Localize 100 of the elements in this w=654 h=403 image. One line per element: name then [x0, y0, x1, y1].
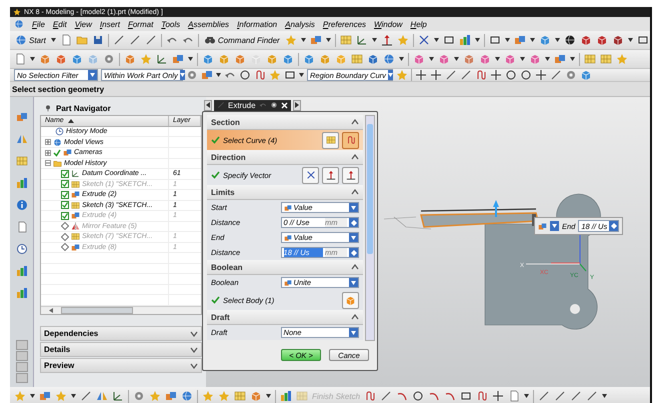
cube-icon[interactable]	[303, 53, 315, 65]
caret-icon[interactable]	[266, 394, 271, 398]
caret-icon[interactable]	[388, 73, 393, 77]
cube-icon[interactable]	[250, 390, 262, 402]
info-icon[interactable]	[16, 199, 28, 211]
caret-icon[interactable]	[504, 38, 510, 42]
checkbox[interactable]	[61, 201, 69, 210]
plus-icon[interactable]	[535, 69, 547, 81]
rectangle-icon[interactable]	[284, 69, 296, 81]
chevron-icon[interactable]	[190, 330, 198, 336]
globe-icon[interactable]	[564, 34, 576, 46]
cube-icon[interactable]	[504, 53, 516, 65]
line-icon[interactable]	[550, 69, 562, 81]
chevron-icon[interactable]	[351, 119, 359, 125]
curve-icon[interactable]	[475, 69, 487, 81]
star-icon[interactable]	[149, 390, 161, 402]
chevron-icon[interactable]	[351, 154, 359, 160]
rectangle-icon[interactable]	[636, 34, 649, 46]
cube-icon[interactable]	[124, 53, 136, 65]
crossed-arrows-icon[interactable]	[418, 34, 430, 46]
line-icon[interactable]	[380, 390, 392, 402]
cube-icon[interactable]	[580, 34, 592, 46]
cube-icon[interactable]	[596, 34, 608, 46]
caret-icon[interactable]	[351, 236, 356, 240]
caret-icon[interactable]	[188, 57, 193, 61]
section-header[interactable]: Boolean	[211, 262, 243, 272]
menu-item[interactable]: Information	[237, 20, 278, 28]
cube-icon[interactable]	[71, 53, 83, 65]
star-icon[interactable]	[284, 34, 297, 46]
cube-icon[interactable]	[438, 53, 450, 65]
circle-icon[interactable]	[412, 390, 424, 402]
line-icon[interactable]	[80, 390, 92, 402]
cube-icon[interactable]	[463, 53, 475, 65]
rectangle-icon[interactable]	[488, 34, 501, 46]
checkbox[interactable]	[61, 190, 69, 199]
stack-icon[interactable]	[165, 390, 177, 402]
cube-icon[interactable]	[282, 53, 294, 65]
caret-icon[interactable]	[326, 38, 331, 42]
stack-icon[interactable]	[39, 390, 51, 402]
cube-icon[interactable]	[479, 53, 491, 65]
caret-icon[interactable]	[545, 57, 550, 61]
line-icon[interactable]	[112, 34, 125, 46]
caret-icon[interactable]	[434, 38, 439, 42]
cube-icon[interactable]	[367, 53, 379, 65]
caret-icon[interactable]	[554, 38, 560, 42]
star-icon[interactable]	[202, 390, 214, 402]
star-icon[interactable]	[396, 34, 409, 46]
start-button[interactable]: Start	[14, 34, 47, 46]
caret-icon[interactable]	[602, 394, 608, 398]
cube-icon[interactable]	[529, 53, 541, 65]
line-icon[interactable]	[570, 390, 582, 402]
chevron-icon[interactable]	[190, 346, 198, 352]
checkbox[interactable]	[61, 222, 69, 230]
grid-icon[interactable]	[326, 135, 336, 145]
page-icon[interactable]	[14, 53, 26, 65]
caret-icon[interactable]	[552, 224, 557, 228]
star-icon[interactable]	[269, 69, 281, 81]
chevron-icon[interactable]	[351, 314, 359, 320]
stack-icon[interactable]	[554, 53, 566, 65]
section-header[interactable]: Limits	[211, 188, 235, 196]
vector-icon[interactable]	[346, 170, 356, 180]
axes-icon[interactable]	[356, 34, 368, 46]
cube-icon[interactable]	[202, 53, 214, 65]
menu-item[interactable]: Window	[374, 20, 402, 28]
circle-icon[interactable]	[505, 69, 517, 81]
arc-icon[interactable]	[428, 390, 440, 402]
bar-chart-icon[interactable]	[16, 287, 28, 299]
circle-icon[interactable]	[520, 69, 532, 81]
caret-icon[interactable]	[180, 73, 185, 77]
checkbox[interactable]	[61, 243, 69, 252]
line-icon[interactable]	[554, 390, 566, 402]
gear-icon[interactable]	[270, 101, 278, 109]
menu-item[interactable]: File	[32, 20, 45, 28]
spinner-icon[interactable]	[349, 218, 358, 227]
arc-icon[interactable]	[444, 390, 456, 402]
checkbox[interactable]	[61, 212, 69, 220]
curve-icon[interactable]	[254, 69, 266, 81]
star-icon[interactable]	[616, 53, 628, 65]
caret-icon[interactable]	[71, 394, 76, 398]
plus-icon[interactable]	[492, 390, 504, 402]
star-icon[interactable]	[140, 53, 152, 65]
star-icon[interactable]	[14, 390, 26, 402]
stack-icon[interactable]	[538, 222, 547, 230]
cube-icon[interactable]	[55, 53, 67, 65]
caret-icon[interactable]	[299, 73, 304, 77]
line-icon[interactable]	[538, 390, 550, 402]
triangles-icon[interactable]	[96, 390, 108, 402]
rectangle-icon[interactable]	[442, 34, 455, 46]
triangles-icon[interactable]	[16, 133, 28, 145]
expand-toggle[interactable]	[45, 150, 51, 156]
menu-item[interactable]: View	[74, 20, 92, 28]
menu-item[interactable]: Preferences	[322, 20, 366, 28]
stack-icon[interactable]	[16, 111, 28, 123]
curve-icon[interactable]	[364, 390, 376, 402]
line-icon[interactable]	[128, 34, 141, 46]
chevron-icon[interactable]	[190, 362, 198, 368]
menu-item[interactable]: Edit	[52, 20, 67, 28]
section-header[interactable]: Direction	[211, 152, 246, 162]
caret-icon[interactable]	[520, 57, 525, 61]
curve-icon[interactable]	[476, 390, 488, 402]
